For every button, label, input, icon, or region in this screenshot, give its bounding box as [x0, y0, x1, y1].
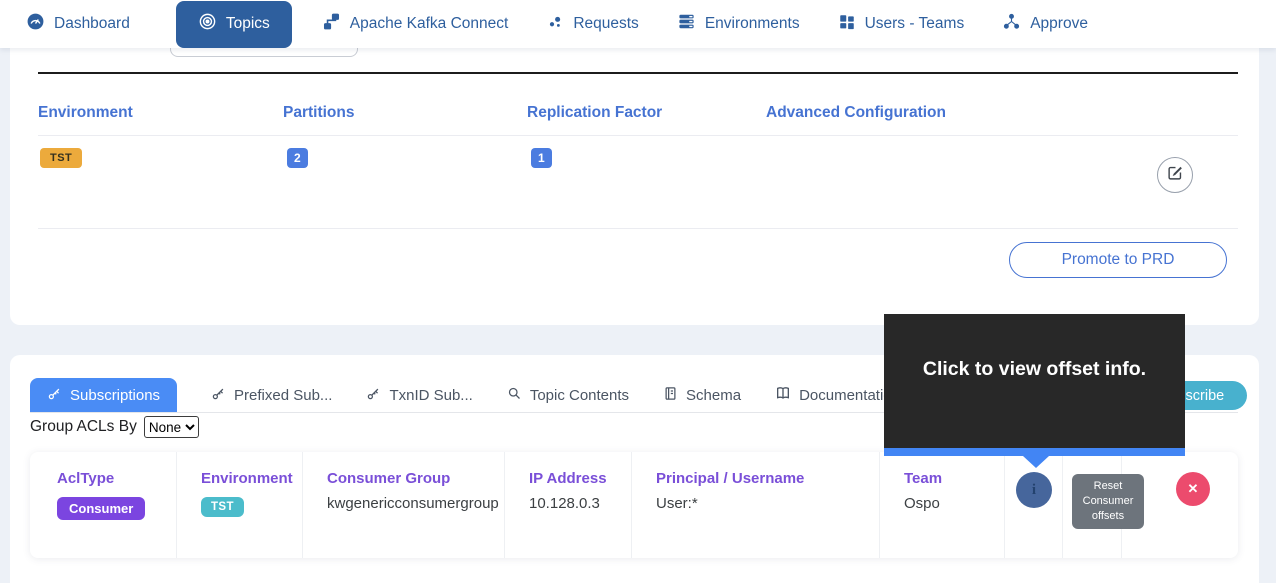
gauge-icon — [26, 12, 45, 36]
topic-detail-tabs: Subscriptions Prefixed Sub... TxnID Sub.… — [30, 378, 900, 412]
document-icon — [663, 386, 678, 405]
tooltip-caret — [1023, 456, 1049, 468]
section-divider — [38, 72, 1238, 74]
column-header-acltype: AclType — [57, 470, 176, 487]
tooltip-accent-bar — [884, 448, 1185, 456]
connect-icon — [322, 12, 341, 36]
dots-icon — [546, 13, 564, 36]
view-offset-info-button[interactable]: i — [1016, 472, 1052, 508]
ip-address-value: 10.128.0.3 — [529, 495, 631, 512]
column-header-replication-factor: Replication Factor — [527, 104, 766, 122]
acl-cell-principal: Principal / Username User:* — [632, 452, 880, 558]
edit-icon — [1167, 164, 1184, 186]
delete-subscription-button[interactable]: ✕ — [1176, 472, 1210, 506]
acl-cell-environment: Environment TST — [177, 452, 303, 558]
acl-cell-team: Team Ospo — [880, 452, 1005, 558]
group-acls-label: Group ACLs By — [30, 418, 137, 436]
info-icon: i — [1032, 482, 1036, 499]
nav-item-apache-kafka-connect[interactable]: Apache Kafka Connect — [318, 0, 513, 48]
edit-topic-button[interactable] — [1157, 157, 1193, 193]
key-icon — [366, 386, 381, 405]
top-navbar: Dashboard Topics Apache Kafka Connect — [0, 0, 1276, 48]
offset-info-tooltip: Click to view offset info. — [884, 314, 1185, 456]
share-network-icon — [1002, 12, 1021, 36]
tab-documentation[interactable]: Documentation — [775, 378, 900, 412]
topic-table-row: TST 2 1 — [38, 148, 1238, 168]
column-header-environment: Environment — [38, 104, 283, 122]
principal-value: User:* — [656, 495, 879, 512]
tab-prefixed-subscriptions[interactable]: Prefixed Sub... — [211, 378, 332, 412]
header-underline — [38, 135, 1238, 136]
search-icon — [507, 386, 522, 405]
acl-cell-consumer-group: Consumer Group kwgenericconsumergroup — [303, 452, 505, 558]
column-header-consumer-group: Consumer Group — [327, 470, 504, 487]
team-value: Ospo — [904, 495, 1004, 512]
reset-offsets-tooltip: Reset Consumer offsets — [1072, 474, 1144, 529]
key-icon — [47, 386, 62, 405]
close-icon: ✕ — [1188, 481, 1199, 497]
nav-item-environments[interactable]: Environments — [673, 0, 804, 48]
column-header-principal: Principal / Username — [656, 470, 879, 487]
acl-table-row: AclType Consumer Environment TST Consume… — [30, 452, 1238, 558]
column-header-team: Team — [904, 470, 1004, 487]
nav-item-dashboard[interactable]: Dashboard — [22, 0, 134, 48]
bullseye-icon — [198, 12, 217, 36]
acl-cell-ip-address: IP Address 10.128.0.3 — [505, 452, 632, 558]
column-header-advanced-configuration: Advanced Configuration — [766, 104, 1238, 122]
partial-dropdown[interactable] — [170, 48, 358, 57]
environment-badge: TST — [40, 148, 82, 168]
tab-txnid-subscriptions[interactable]: TxnID Sub... — [366, 378, 472, 412]
group-acls-control: Group ACLs By None — [30, 416, 199, 438]
offset-info-tooltip-text: Click to view offset info. — [884, 314, 1185, 448]
open-book-icon — [775, 385, 791, 405]
page: Environment Partitions Replication Facto… — [0, 0, 1276, 583]
column-header-acl-environment: Environment — [201, 470, 302, 487]
tab-schema[interactable]: Schema — [663, 378, 741, 412]
group-acls-select[interactable]: None — [144, 416, 199, 438]
promote-to-prd-button[interactable]: Promote to PRD — [1009, 242, 1227, 278]
consumer-group-value: kwgenericconsumergroup — [327, 495, 504, 512]
topic-table-header-row: Environment Partitions Replication Facto… — [38, 104, 1238, 122]
nav-item-topics[interactable]: Topics — [176, 1, 292, 48]
column-header-partitions: Partitions — [283, 104, 527, 122]
tab-topic-contents[interactable]: Topic Contents — [507, 378, 629, 412]
topic-overview-card: Environment Partitions Replication Facto… — [10, 48, 1259, 325]
tab-subscriptions[interactable]: Subscriptions — [30, 378, 177, 412]
replication-factor-badge: 1 — [531, 148, 552, 168]
footer-divider — [38, 228, 1238, 229]
nav-item-approve[interactable]: Approve — [998, 0, 1092, 48]
key-icon — [211, 386, 226, 405]
partitions-badge: 2 — [287, 148, 308, 168]
servers-icon — [677, 12, 696, 36]
nav-item-requests[interactable]: Requests — [542, 0, 642, 48]
acltype-badge: Consumer — [57, 497, 145, 520]
nav-item-users-teams[interactable]: Users - Teams — [834, 0, 969, 48]
acl-cell-acltype: AclType Consumer — [30, 452, 177, 558]
column-header-ip-address: IP Address — [529, 470, 631, 487]
acl-environment-badge: TST — [201, 497, 244, 517]
grid-icon — [838, 13, 856, 36]
